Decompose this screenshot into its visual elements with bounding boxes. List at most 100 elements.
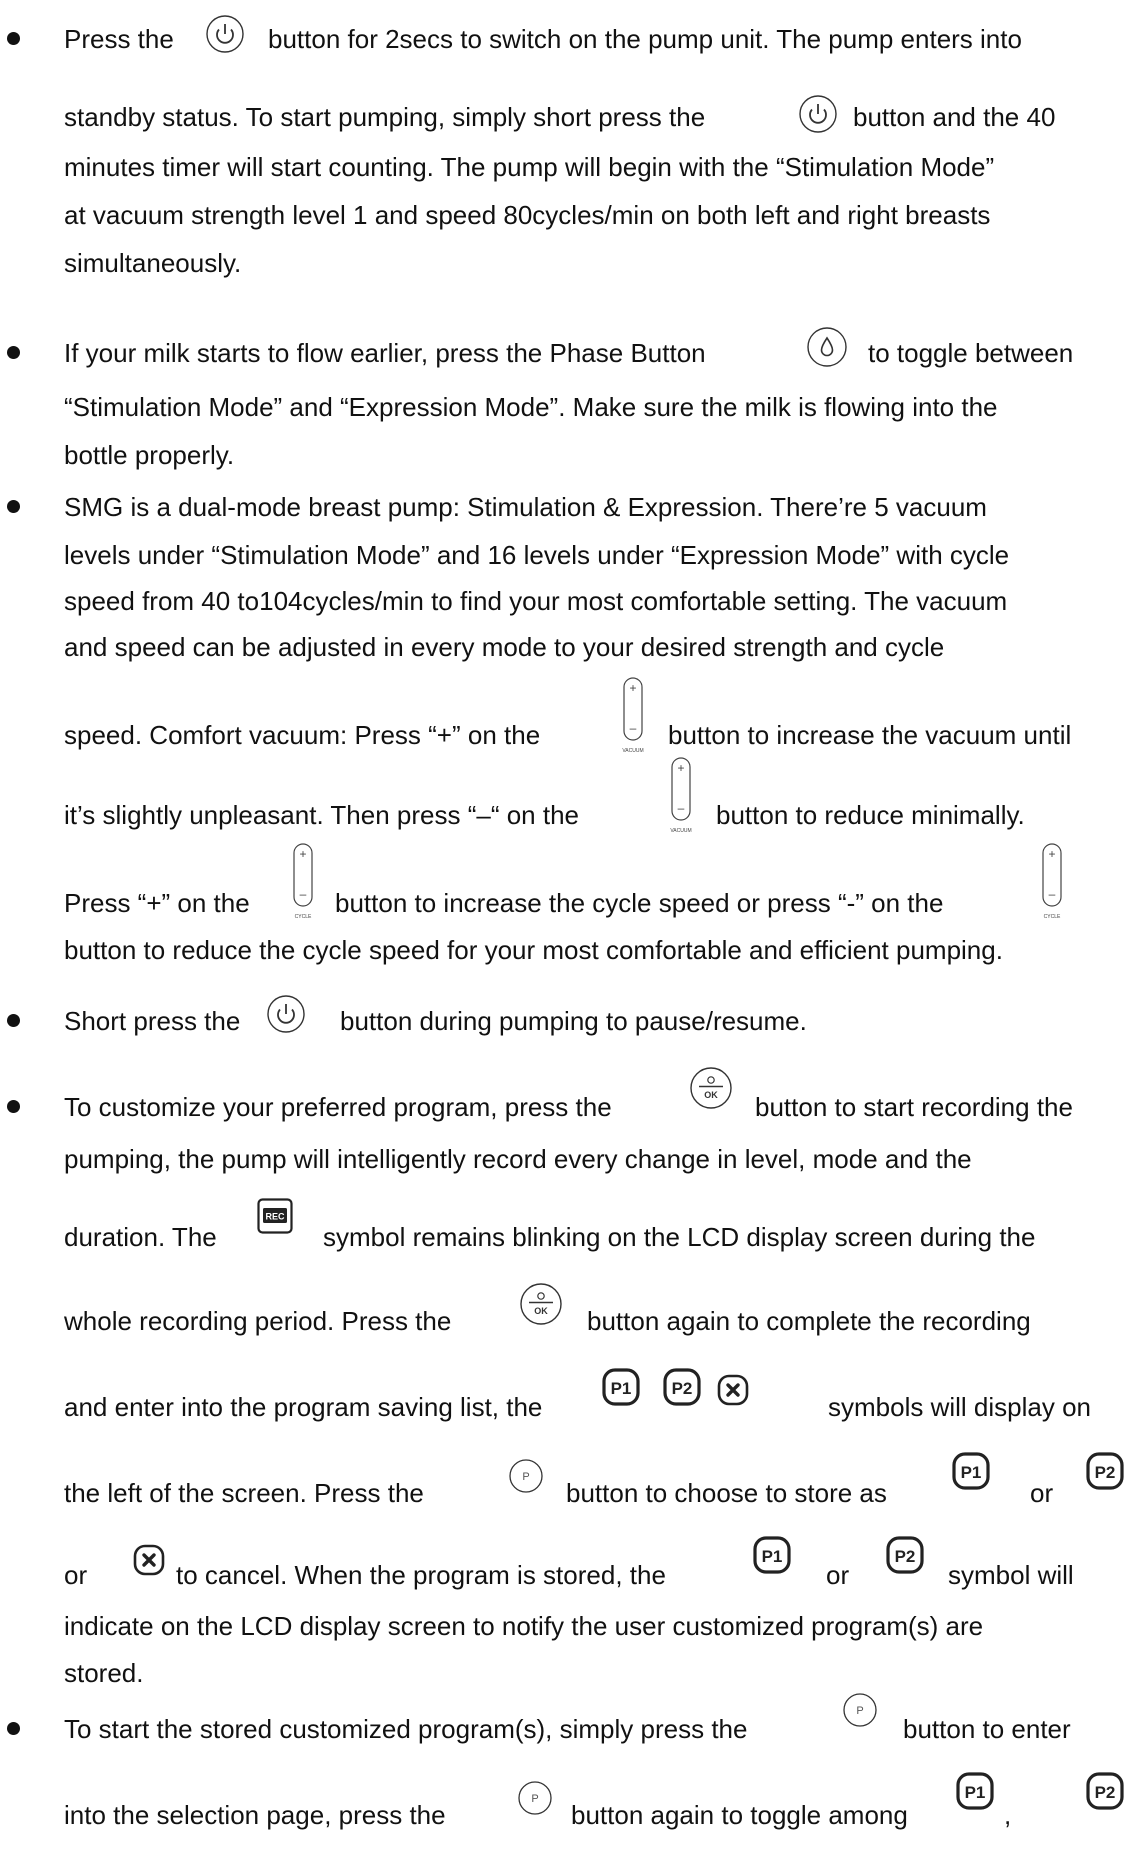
text-line: button to increase the vacuum until [668, 720, 1072, 750]
svg-text:P: P [856, 1705, 863, 1717]
text-line: symbols will display on [828, 1392, 1091, 1422]
svg-text:VACUUM: VACUUM [622, 748, 643, 754]
svg-text:REC: REC [265, 1212, 285, 1222]
svg-text:VACUUM: VACUUM [670, 828, 691, 834]
bullet-dot [7, 32, 20, 45]
text-line: symbol remains blinking on the LCD displ… [323, 1222, 1036, 1252]
power-icon [266, 994, 306, 1034]
power-icon [205, 14, 245, 54]
power-icon [798, 94, 838, 134]
svg-text:OK: OK [704, 1090, 718, 1100]
text-line: Press the [64, 24, 174, 54]
text-line: button again to toggle among [571, 1800, 908, 1830]
text-line: whole recording period. Press the [64, 1306, 452, 1336]
p1-symbol-icon: P1 [952, 1452, 990, 1490]
text-line: button for 2secs to switch on the pump u… [268, 24, 1022, 54]
text-line: button to start recording the [755, 1092, 1073, 1122]
p1-symbol-icon: P1 [753, 1536, 791, 1574]
vacuum-adjust-icon: + – VACUUM [669, 756, 693, 836]
text-line: duration. The [64, 1222, 217, 1252]
bullet-dot [7, 346, 20, 359]
svg-text:–: – [300, 887, 307, 901]
drop-icon [806, 326, 848, 368]
text-line: it’s slightly unpleasant. Then press “–“… [64, 800, 579, 830]
text-line: indicate on the LCD display screen to no… [64, 1611, 984, 1641]
text-line: button during pumping to pause/resume. [340, 1006, 807, 1036]
text-line: button to reduce minimally. [716, 800, 1025, 830]
text-line: Press “+” on the [64, 888, 250, 918]
svg-text:P2: P2 [1095, 1783, 1116, 1802]
text-line: button to enter [903, 1714, 1071, 1744]
svg-text:+: + [677, 761, 684, 775]
text-line: into the selection page, press the [64, 1800, 446, 1830]
bullet-dot [7, 1100, 20, 1113]
ok-record-icon: OK [519, 1282, 563, 1326]
svg-text:–: – [678, 801, 685, 815]
text-line: speed. Comfort vacuum: Press “+” on the [64, 720, 541, 750]
text-line: to cancel. When the program is stored, t… [176, 1560, 666, 1590]
svg-text:P2: P2 [895, 1547, 916, 1566]
p1-symbol-icon: P1 [956, 1772, 994, 1810]
p2-symbol-icon: P2 [1086, 1772, 1124, 1810]
svg-text:P1: P1 [961, 1463, 982, 1482]
text-line: button again to complete the recording [587, 1306, 1031, 1336]
svg-text:CYCLE: CYCLE [295, 914, 312, 920]
text-line: the left of the screen. Press the [64, 1478, 424, 1508]
svg-text:–: – [630, 721, 637, 735]
svg-text:P1: P1 [762, 1547, 783, 1566]
p2-symbol-icon: P2 [1086, 1452, 1124, 1490]
text-line: stored. [64, 1658, 144, 1688]
text-line: speed from 40 to104cycles/min to find yo… [64, 586, 1008, 616]
cycle-adjust-icon: + – CYCLE [1040, 842, 1064, 922]
text-line: If your milk starts to flow earlier, pre… [64, 338, 706, 368]
text-line: and enter into the program saving list, … [64, 1392, 543, 1422]
bullet-dot [7, 1722, 20, 1735]
bullet-dot [7, 1014, 20, 1027]
text-line: “Stimulation Mode” and “Expression Mode”… [64, 392, 998, 422]
svg-text:P1: P1 [965, 1783, 986, 1802]
text-line: or [1030, 1478, 1054, 1508]
text-line: To start the stored customized program(s… [64, 1714, 748, 1744]
svg-text:+: + [629, 681, 636, 695]
text-line: , [1004, 1800, 1012, 1830]
svg-text:OK: OK [534, 1306, 548, 1316]
svg-text:CYCLE: CYCLE [1044, 914, 1061, 920]
svg-text:P: P [522, 1471, 529, 1483]
text-line: button to increase the cycle speed or pr… [335, 888, 944, 918]
text-line: To customize your preferred program, pre… [64, 1092, 612, 1122]
text-line: levels under “Stimulation Mode” and 16 l… [64, 540, 1010, 570]
text-line: bottle properly. [64, 440, 235, 470]
svg-text:+: + [299, 847, 306, 861]
p2-symbol-icon: P2 [663, 1368, 701, 1406]
text-line: symbol will [948, 1560, 1074, 1590]
text-line: Short press the [64, 1006, 241, 1036]
text-line: to toggle between [868, 338, 1074, 368]
svg-text:P2: P2 [672, 1379, 693, 1398]
text-line: and speed can be adjusted in every mode … [64, 632, 945, 662]
text-line: or [826, 1560, 850, 1590]
svg-text:–: – [1049, 887, 1056, 901]
text-line: SMG is a dual-mode breast pump: Stimulat… [64, 492, 987, 522]
svg-text:+: + [1048, 847, 1055, 861]
svg-text:P2: P2 [1095, 1463, 1116, 1482]
text-line: at vacuum strength level 1 and speed 80c… [64, 200, 991, 230]
vacuum-adjust-icon: + – VACUUM [621, 676, 645, 756]
bullet-dot [7, 500, 20, 513]
program-button-icon: P [508, 1458, 544, 1494]
program-button-icon: P [517, 1780, 553, 1816]
cancel-x-icon [717, 1374, 749, 1406]
text-line: button to reduce the cycle speed for you… [64, 935, 1003, 965]
ok-record-icon: OK [689, 1066, 733, 1110]
cycle-adjust-icon: + – CYCLE [291, 842, 315, 922]
p2-symbol-icon: P2 [886, 1536, 924, 1574]
text-line: minutes timer will start counting. The p… [64, 152, 995, 182]
svg-text:P1: P1 [611, 1379, 632, 1398]
text-line: button and the 40 [853, 102, 1056, 132]
text-line: button to choose to store as [566, 1478, 887, 1508]
text-line: pumping, the pump will intelligently rec… [64, 1144, 972, 1174]
text-line: or [64, 1560, 88, 1590]
p1-symbol-icon: P1 [602, 1368, 640, 1406]
text-line: simultaneously. [64, 248, 242, 278]
text-line: standby status. To start pumping, simply… [64, 102, 706, 132]
rec-symbol-icon: REC [257, 1198, 293, 1234]
